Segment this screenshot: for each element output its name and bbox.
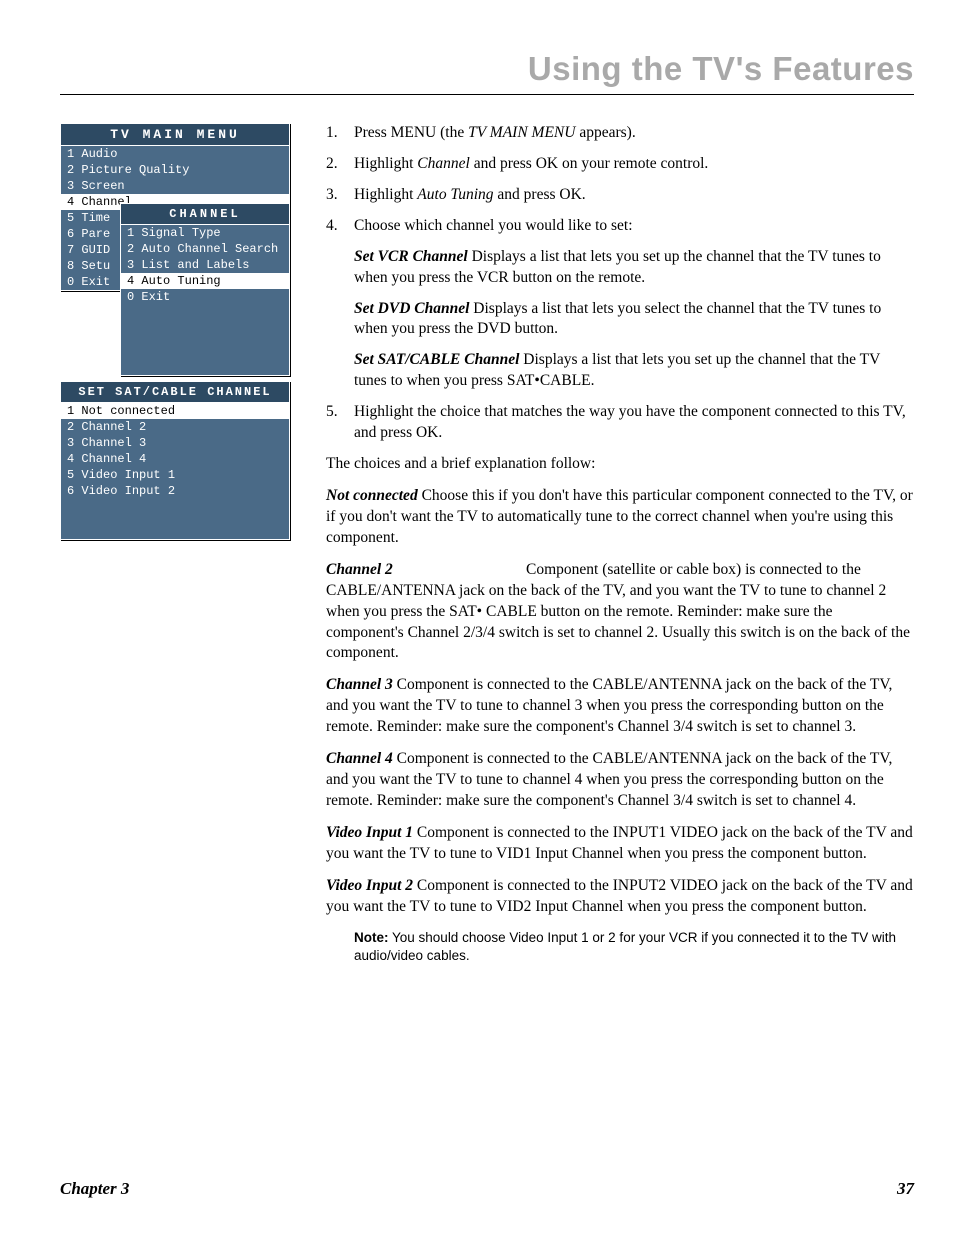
osd-sat-item: 6 Video Input 2 xyxy=(61,483,289,499)
page-footer: Chapter 3 37 xyxy=(60,1179,914,1199)
choices-intro: The choices and a brief explanation foll… xyxy=(326,454,914,475)
step-3: 3.Highlight Auto Tuning and press OK. xyxy=(326,185,914,206)
osd-sat-item: 4 Channel 4 xyxy=(61,451,289,467)
osd-main-item: 3 Screen xyxy=(61,178,289,194)
osd-sub-item-selected: 4 Auto Tuning xyxy=(121,273,289,289)
sub-options: Set VCR Channel Displays a list that let… xyxy=(354,247,914,393)
set-dvd: Set DVD Channel Displays a list that let… xyxy=(354,299,914,341)
osd-sat-item: 3 Channel 3 xyxy=(61,435,289,451)
osd-main-item: 1 Audio xyxy=(61,146,289,162)
right-column: 1.Press MENU (the TV MAIN MENU appears).… xyxy=(326,123,914,965)
left-column: TV MAIN MENU 1 Audio 2 Picture Quality 3… xyxy=(60,123,290,965)
set-sat: Set SAT/CABLE Channel Displays a list th… xyxy=(354,350,914,392)
step-1: 1.Press MENU (the TV MAIN MENU appears). xyxy=(326,123,914,144)
osd-main-menu: TV MAIN MENU 1 Audio 2 Picture Quality 3… xyxy=(60,123,290,291)
opt-video-1: Video Input 1 Component is connected to … xyxy=(326,823,914,865)
opt-channel-4: Channel 4 Component is connected to the … xyxy=(326,749,914,812)
osd-main-title: TV MAIN MENU xyxy=(61,124,289,146)
osd-sat-item: 5 Video Input 1 xyxy=(61,467,289,483)
opt-video-2: Video Input 2 Component is connected to … xyxy=(326,876,914,918)
step-4: 4.Choose which channel you would like to… xyxy=(326,216,914,237)
page-number: 37 xyxy=(897,1179,914,1199)
instruction-list: 1.Press MENU (the TV MAIN MENU appears).… xyxy=(326,123,914,237)
page-title: Using the TV's Features xyxy=(60,50,914,95)
osd-sub-title: CHANNEL xyxy=(121,204,289,225)
content-row: TV MAIN MENU 1 Audio 2 Picture Quality 3… xyxy=(60,123,914,965)
osd-sub-item: 2 Auto Channel Search xyxy=(121,241,289,257)
osd-sub-item: 1 Signal Type xyxy=(121,225,289,241)
instruction-list-cont: 5.Highlight the choice that matches the … xyxy=(326,402,914,444)
step-2: 2.Highlight Channel and press OK on your… xyxy=(326,154,914,175)
osd-sub-channel: CHANNEL 1 Signal Type 2 Auto Channel Sea… xyxy=(120,203,290,376)
osd-sub-item: 3 List and Labels xyxy=(121,257,289,273)
osd-sat-title: SET SAT/CABLE CHANNEL xyxy=(61,382,289,403)
note: Note: You should choose Video Input 1 or… xyxy=(354,929,914,965)
osd-sub-item: 0 Exit xyxy=(121,289,289,305)
osd-main-item: 2 Picture Quality xyxy=(61,162,289,178)
osd-sat-cable-menu: SET SAT/CABLE CHANNEL 1 Not connected 2 … xyxy=(60,381,290,540)
step-5: 5.Highlight the choice that matches the … xyxy=(326,402,914,444)
osd-sat-item: 2 Channel 2 xyxy=(61,419,289,435)
opt-channel-2: Channel 2Component (satellite or cable b… xyxy=(326,560,914,665)
chapter-label: Chapter 3 xyxy=(60,1179,129,1199)
opt-not-connected: Not connected Choose this if you don't h… xyxy=(326,486,914,549)
set-vcr: Set VCR Channel Displays a list that let… xyxy=(354,247,914,289)
osd-sat-item-selected: 1 Not connected xyxy=(61,403,289,419)
opt-channel-3: Channel 3 Component is connected to the … xyxy=(326,675,914,738)
